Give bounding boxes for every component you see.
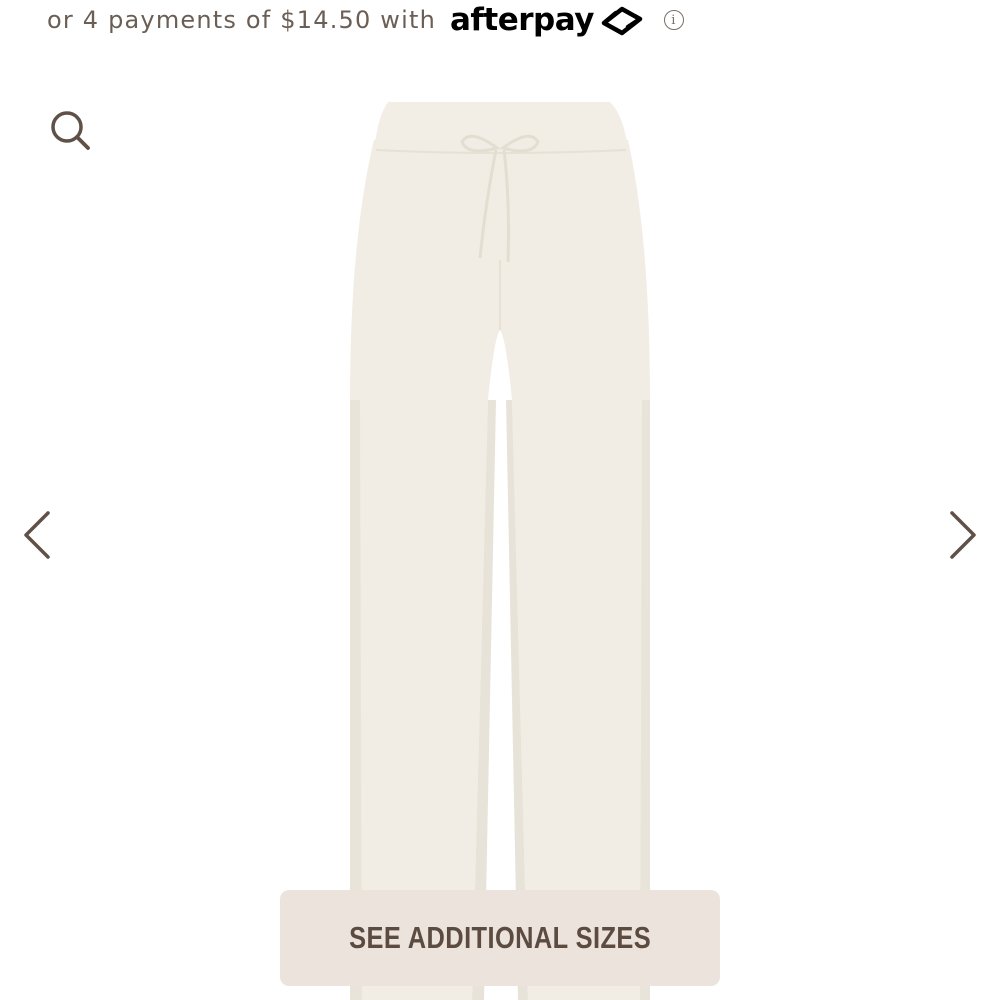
installment-text: or 4 payments of $14.50 with xyxy=(47,6,437,34)
search-icon[interactable] xyxy=(44,104,96,156)
product-image xyxy=(320,96,680,1000)
product-page: or 4 payments of $14.50 with afterpay i xyxy=(0,0,1000,1000)
afterpay-payment-line: or 4 payments of $14.50 with afterpay i xyxy=(47,0,684,40)
chevron-left-icon[interactable] xyxy=(16,505,60,565)
afterpay-wordmark: afterpay xyxy=(450,2,594,38)
see-additional-sizes-button[interactable]: SEE ADDITIONAL SIZES xyxy=(280,890,720,986)
afterpay-logo[interactable]: afterpay xyxy=(450,2,646,38)
info-icon[interactable]: i xyxy=(663,10,684,30)
afterpay-arrows-icon xyxy=(598,3,646,37)
chevron-right-icon[interactable] xyxy=(940,505,984,565)
see-additional-sizes-label: SEE ADDITIONAL SIZES xyxy=(349,920,651,955)
